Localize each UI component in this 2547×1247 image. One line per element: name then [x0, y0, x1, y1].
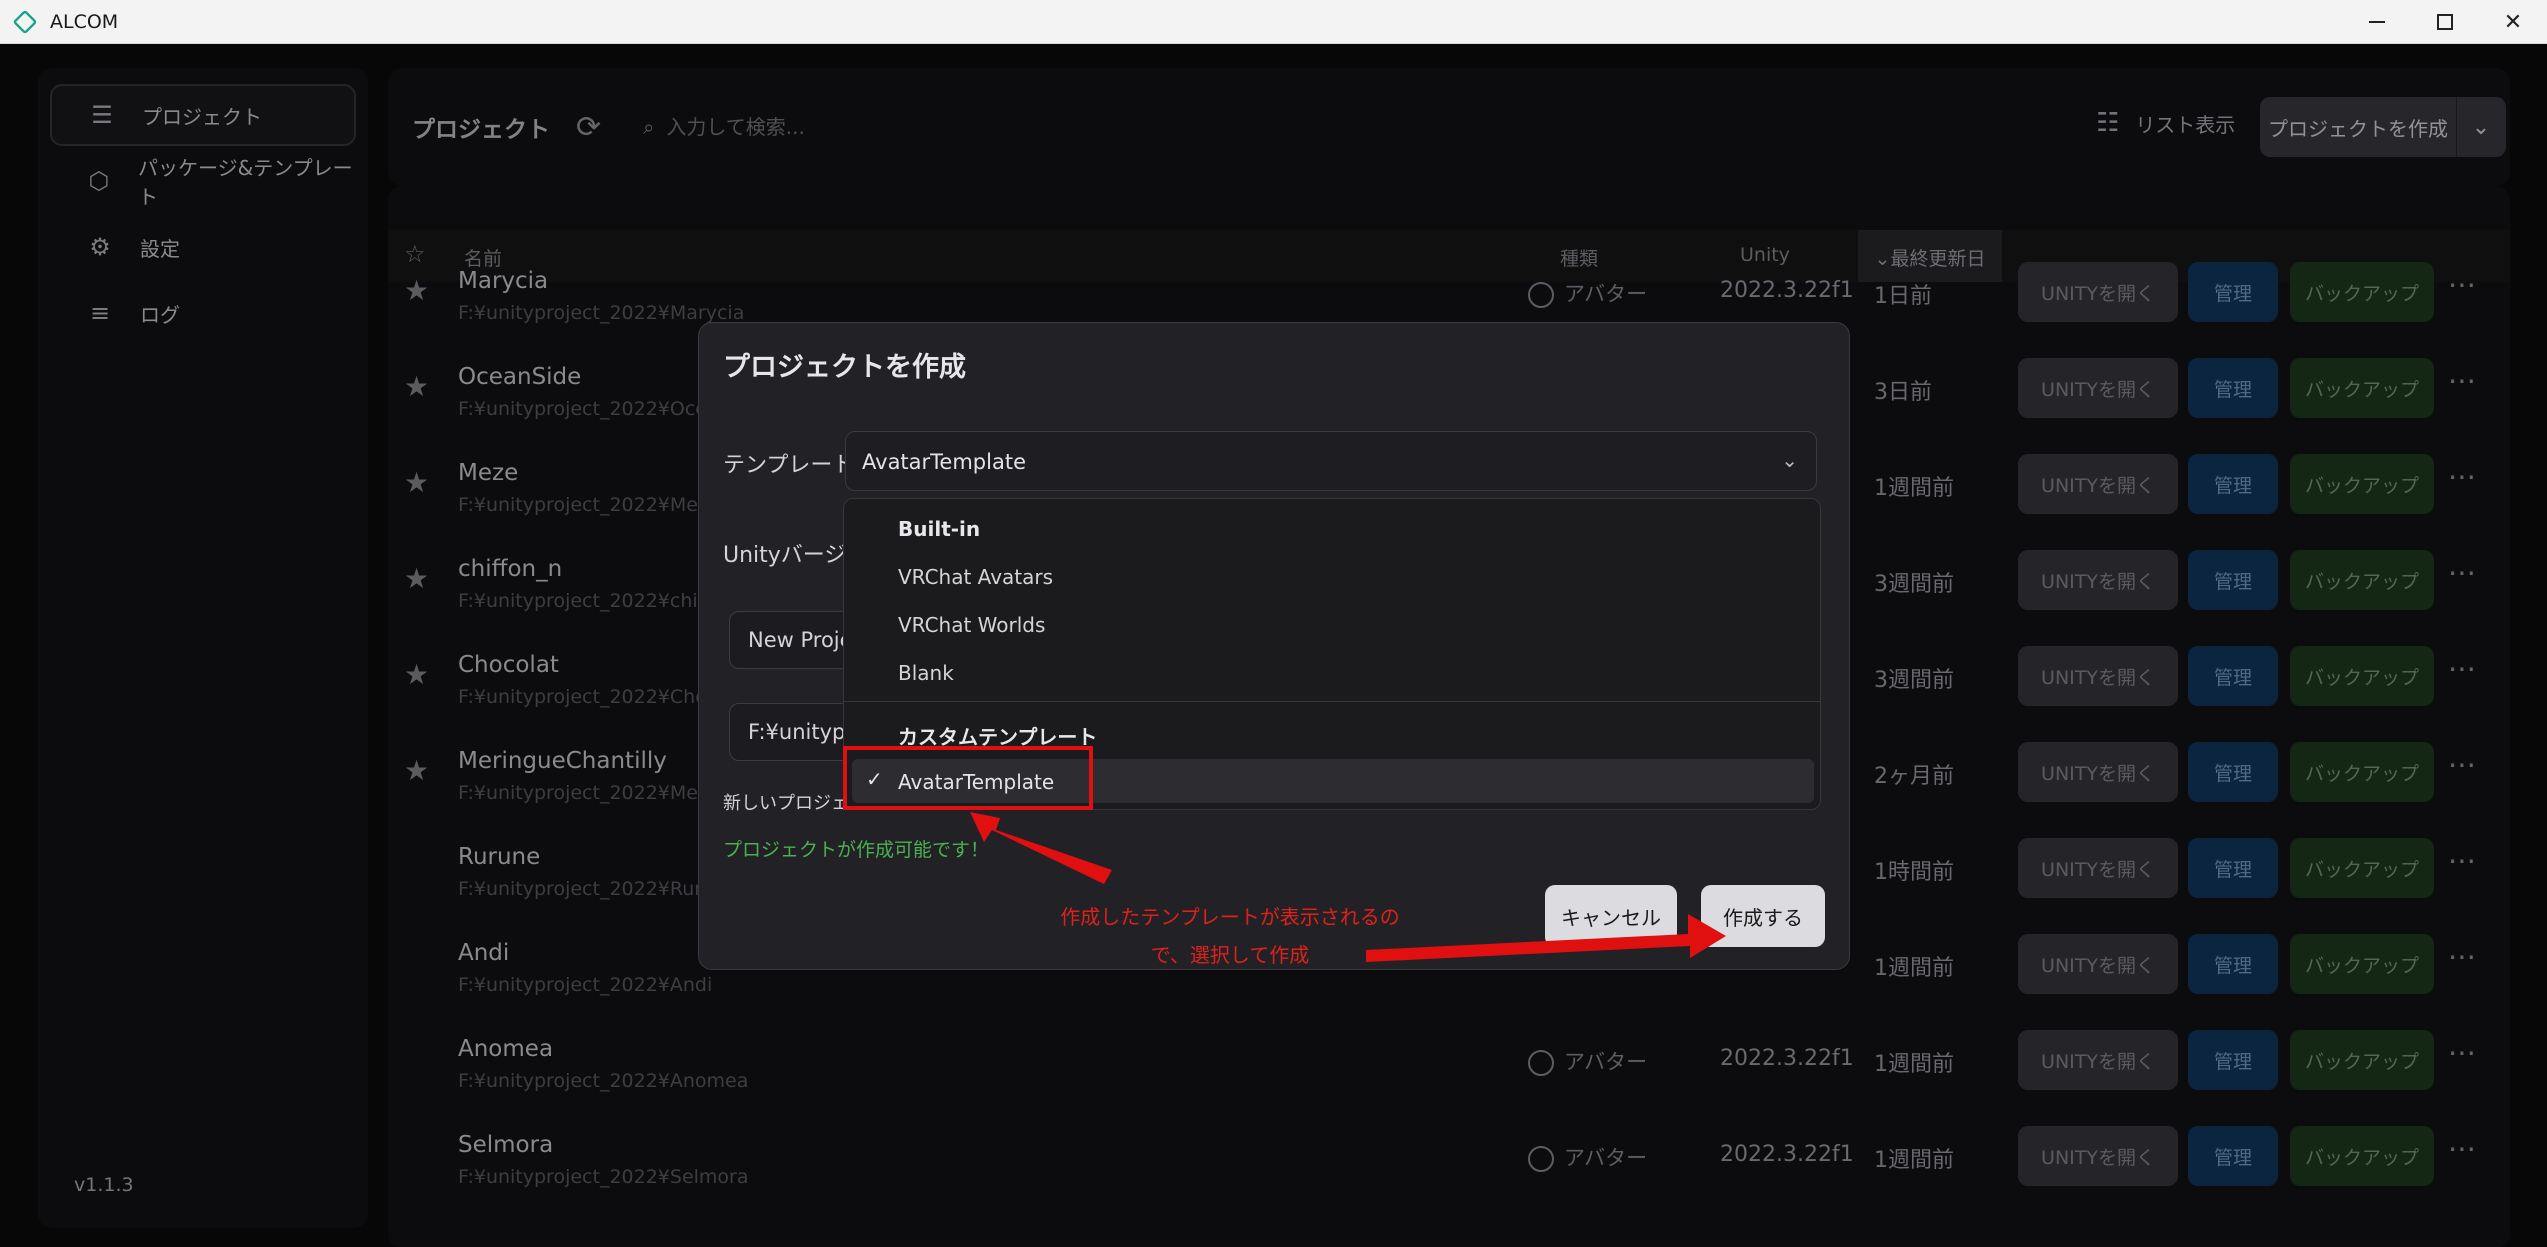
annotation-line-1: 作成したテンプレートが表示されるの	[1060, 905, 1400, 929]
alcom-logo-icon	[12, 9, 38, 34]
annotation-text: 作成したテンプレートが表示されるの で、選択して作成	[1020, 898, 1440, 974]
template-label: テンプレート:	[723, 453, 862, 478]
template-option-blank[interactable]: Blank	[898, 661, 954, 685]
chevron-down-icon: ⌄	[1781, 448, 1798, 472]
maximize-icon	[2437, 14, 2453, 30]
window-controls: ✕	[2343, 0, 2547, 44]
create-button[interactable]: 作成する	[1701, 885, 1825, 947]
cancel-button[interactable]: キャンセル	[1545, 885, 1677, 947]
template-select-value: AvatarTemplate	[862, 450, 1026, 474]
dropdown-divider	[844, 701, 1820, 702]
status-message: プロジェクトが作成可能です！	[723, 839, 990, 861]
minimize-button[interactable]	[2343, 0, 2411, 44]
minimize-icon	[2369, 21, 2385, 23]
close-window-button[interactable]: ✕	[2479, 0, 2547, 44]
close-icon: ✕	[2503, 9, 2523, 35]
window-title: ALCOM	[50, 10, 119, 33]
annotation-line-2: で、選択して作成	[1150, 943, 1310, 967]
highlight-box	[843, 746, 1093, 810]
dialog-title: プロジェクトを作成	[723, 352, 966, 383]
template-option-vrchat-avatars[interactable]: VRChat Avatars	[898, 565, 1053, 589]
template-option-vrchat-worlds[interactable]: VRChat Worlds	[898, 613, 1045, 637]
template-select[interactable]: AvatarTemplate ⌄	[845, 431, 1817, 491]
group-builtin-label: Built-in	[898, 517, 981, 541]
maximize-button[interactable]	[2411, 0, 2479, 44]
window-titlebar: ALCOM ✕	[0, 0, 2547, 44]
